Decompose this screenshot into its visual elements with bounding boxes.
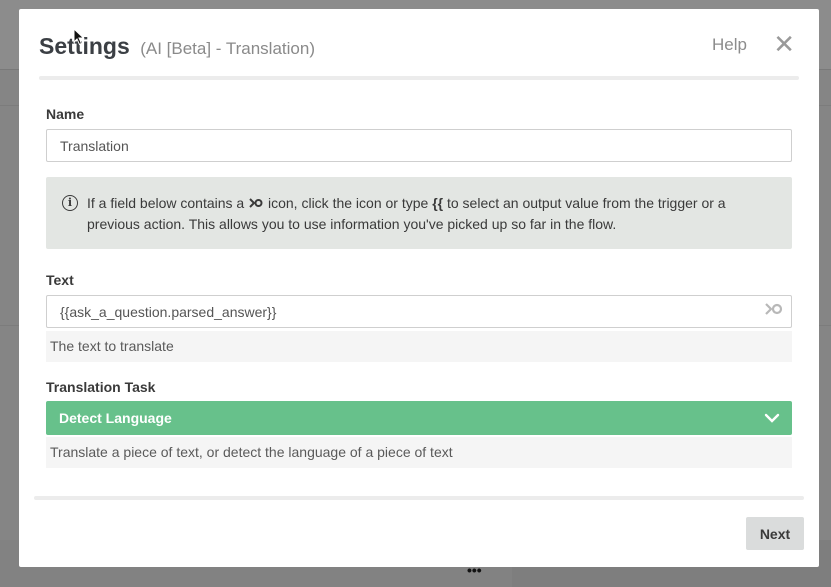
info-banner: i If a field below contains a icon, clic… xyxy=(46,177,792,249)
text-input-value: {{ask_a_question.parsed_answer}} xyxy=(60,304,277,320)
insert-mapping-icon[interactable] xyxy=(765,303,783,318)
header-divider xyxy=(39,76,799,80)
chevron-down-icon xyxy=(764,410,780,426)
mapping-icon xyxy=(249,194,263,214)
task-label: Translation Task xyxy=(46,379,156,395)
braces-token: {{ xyxy=(432,195,444,211)
task-hint: Translate a piece of text, or detect the… xyxy=(46,437,792,468)
info-text-2: icon, click the icon or type xyxy=(264,195,433,211)
name-label: Name xyxy=(46,106,85,122)
help-link[interactable]: Help xyxy=(712,35,747,55)
text-label: Text xyxy=(46,272,74,288)
info-icon: i xyxy=(62,195,78,211)
name-input[interactable]: Translation xyxy=(46,129,792,162)
footer-divider xyxy=(34,496,804,500)
next-button[interactable]: Next xyxy=(746,517,804,550)
mouse-cursor-icon xyxy=(73,28,85,46)
info-text-1: If a field below contains a xyxy=(87,195,249,211)
translation-task-select[interactable]: Detect Language xyxy=(46,401,792,435)
select-value: Detect Language xyxy=(59,410,172,426)
close-icon[interactable]: ✕ xyxy=(773,31,795,57)
text-hint: The text to translate xyxy=(46,331,792,362)
modal-subtitle: (AI [Beta] - Translation) xyxy=(140,39,315,58)
modal-header: Settings (AI [Beta] - Translation) Help … xyxy=(39,31,799,63)
settings-modal: Settings (AI [Beta] - Translation) Help … xyxy=(19,9,819,567)
text-input[interactable]: {{ask_a_question.parsed_answer}} xyxy=(46,295,792,328)
